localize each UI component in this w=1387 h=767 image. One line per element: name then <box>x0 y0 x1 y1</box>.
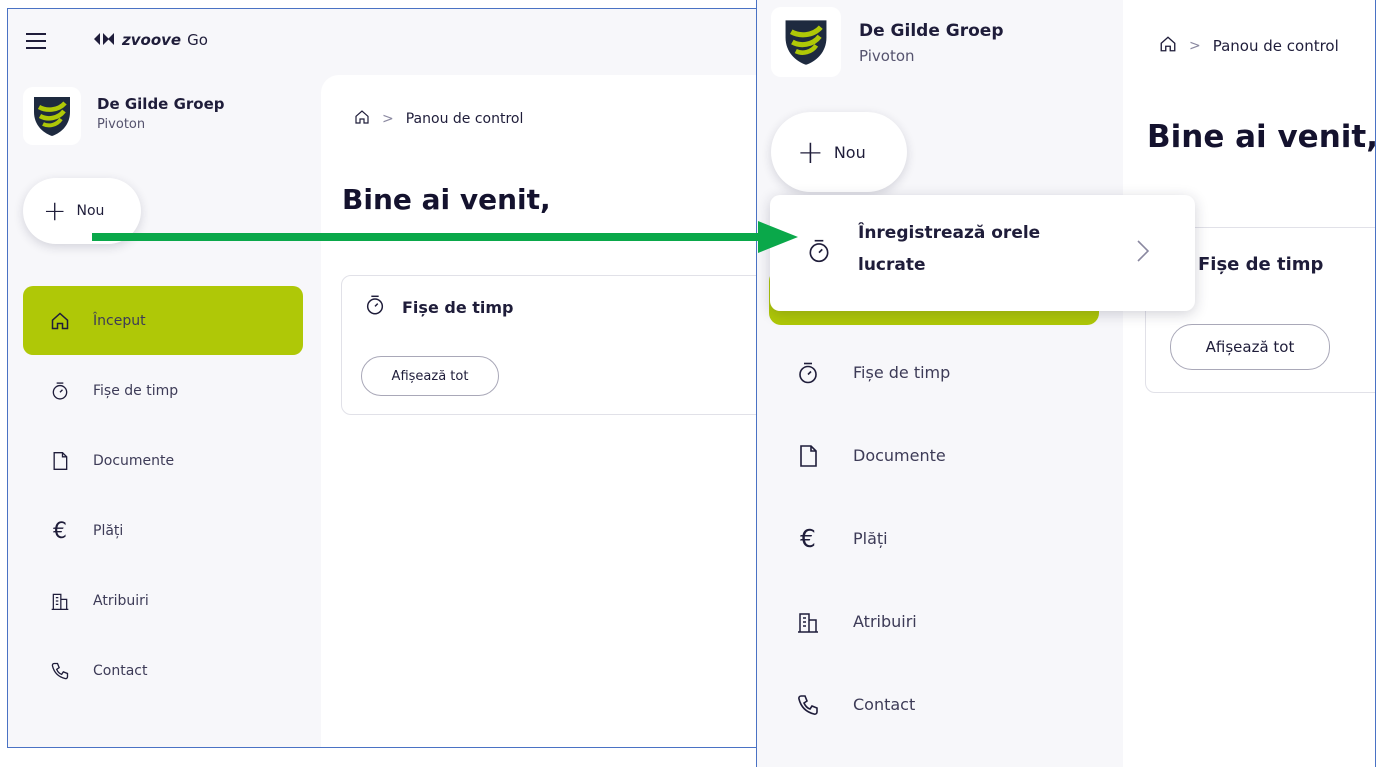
annotation-arrow-icon <box>92 221 798 253</box>
